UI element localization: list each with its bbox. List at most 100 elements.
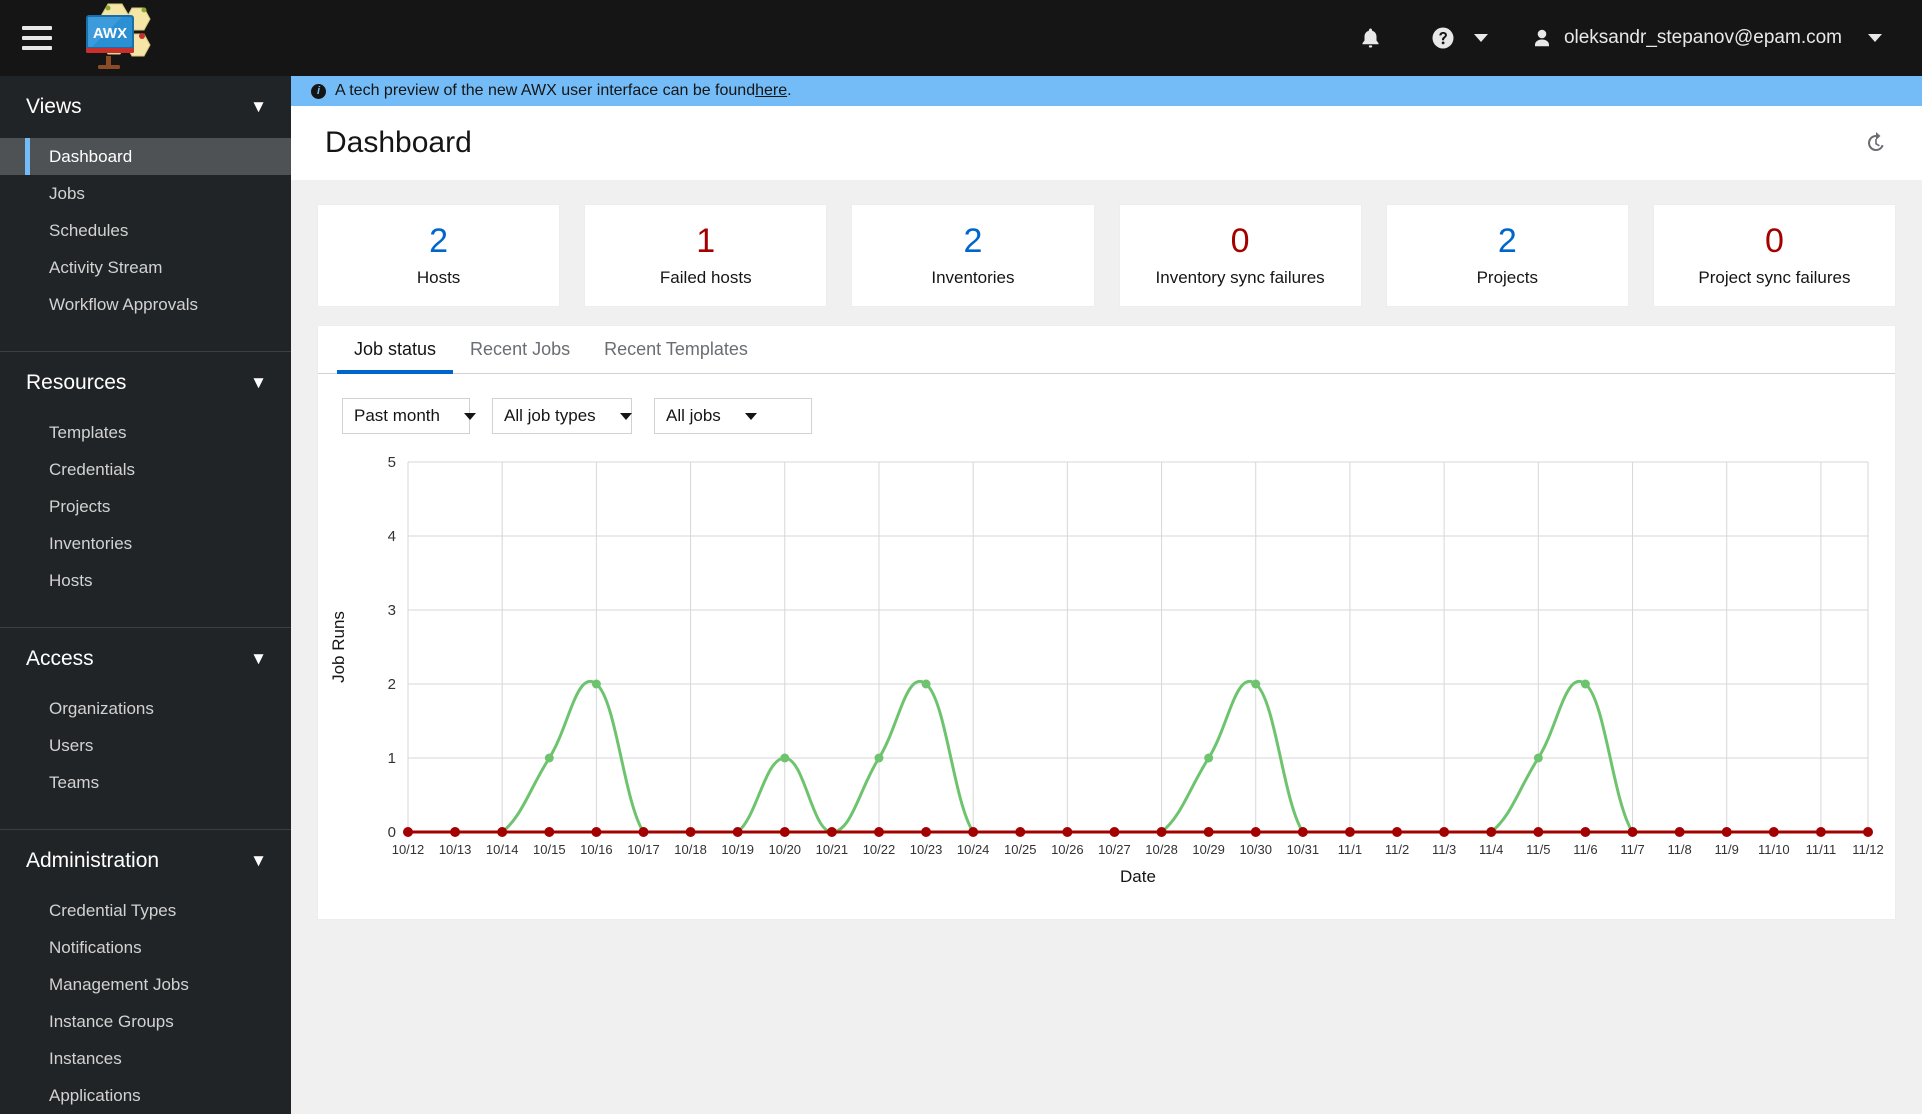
sidebar-item-teams[interactable]: Teams <box>0 764 291 801</box>
x-tick-label: 11/10 <box>1758 842 1790 857</box>
dashboard-content: 2 Hosts 1 Failed hosts 2 Inventories 0 Inventor… <box>291 180 1922 1114</box>
x-tick-label: 10/22 <box>863 842 896 857</box>
nav-section-resources[interactable]: Resources ▼ <box>0 352 291 414</box>
tech-preview-banner: i A tech preview of the new AWX user int… <box>291 76 1922 106</box>
user-chevron-down-icon[interactable] <box>1868 34 1882 42</box>
tab-recent-jobs[interactable]: Recent Jobs <box>453 326 587 373</box>
stat-card-label: Failed hosts <box>659 268 752 288</box>
sidebar-item-credentials[interactable]: Credentials <box>0 451 291 488</box>
banner-link[interactable]: here <box>755 82 787 100</box>
data-point-failed <box>1627 827 1638 837</box>
chevron-down-icon[interactable]: ▼ <box>250 97 267 117</box>
sidebar-item-workflow-approvals[interactable]: Workflow Approvals <box>0 286 291 323</box>
sidebar-item-instance-groups[interactable]: Instance Groups <box>0 1003 291 1040</box>
stat-card-project-sync-failures[interactable]: 0 Project sync failures <box>1652 204 1897 307</box>
tab-job-status[interactable]: Job status <box>337 326 454 374</box>
user-email: oleksandr_stepanov@epam.com <box>1563 27 1842 48</box>
y-axis-label: Job Runs <box>329 611 348 683</box>
x-tick-label: 10/30 <box>1239 842 1272 857</box>
x-tick-label: 10/26 <box>1051 842 1084 857</box>
bell-icon[interactable] <box>1350 17 1392 59</box>
data-point-failed <box>1392 827 1403 837</box>
x-tick-label: 10/16 <box>580 842 613 857</box>
stat-card-failed-hosts[interactable]: 1 Failed hosts <box>584 204 828 307</box>
user-icon <box>1532 28 1552 49</box>
data-point-failed <box>497 827 508 837</box>
help-chevron-down-icon[interactable] <box>1473 34 1488 42</box>
tab-recent-templates[interactable]: Recent Templates <box>587 326 765 373</box>
sidebar-item-management-jobs[interactable]: Management Jobs <box>0 966 291 1003</box>
sidebar-item-label: Organizations <box>49 698 154 718</box>
x-tick-label: 11/9 <box>1715 842 1739 857</box>
sidebar-item-projects[interactable]: Projects <box>0 488 291 525</box>
sidebar-item-hosts[interactable]: Hosts <box>0 562 291 599</box>
x-tick-label: 10/23 <box>910 842 943 857</box>
chevron-down-icon[interactable] <box>619 412 632 420</box>
user-menu[interactable]: oleksandr_stepanov@epam.com <box>1532 27 1842 49</box>
data-point-failed <box>1439 827 1450 837</box>
nav-section-views[interactable]: Views ▼ <box>0 76 291 138</box>
data-point-failed <box>1015 827 1026 837</box>
series-line-successful <box>406 680 1870 834</box>
history-icon[interactable] <box>1864 131 1888 155</box>
data-point-failed <box>1580 827 1591 837</box>
hamburger-icon[interactable] <box>22 26 52 50</box>
masthead-actions: oleksandr_stepanov@epam.com <box>1350 17 1922 59</box>
x-tick-label: 10/20 <box>769 842 802 857</box>
data-point-failed <box>1863 827 1873 837</box>
sidebar-item-inventories[interactable]: Inventories <box>0 525 291 562</box>
x-tick-label: 10/15 <box>533 842 566 857</box>
x-tick-label: 11/5 <box>1526 842 1550 857</box>
stat-card-projects[interactable]: 2 Projects <box>1385 204 1629 307</box>
data-point-failed <box>1768 827 1779 837</box>
job-runs-line-chart: 0 1 2 3 4 5 10/12 10/13 10/14 10/15 10/16 10/17 10/1… <box>329 454 1884 886</box>
sidebar-item-users[interactable]: Users <box>0 727 291 764</box>
stat-card-label: Inventories <box>931 268 1015 288</box>
stat-card-label: Projects <box>1476 268 1538 288</box>
data-point-failed <box>1486 827 1497 837</box>
data-point-failed <box>968 827 979 837</box>
filter-job-type-select[interactable]: All job types <box>492 398 632 434</box>
info-circle-icon: i <box>311 83 326 99</box>
sidebar-item-activity-stream[interactable]: Activity Stream <box>0 249 291 286</box>
question-circle-icon[interactable] <box>1422 17 1464 59</box>
data-point-failed <box>1109 827 1120 837</box>
chevron-down-icon[interactable]: ▼ <box>250 649 267 669</box>
chevron-down-icon[interactable] <box>744 412 757 420</box>
data-point-failed <box>732 827 743 837</box>
sidebar-item-schedules[interactable]: Schedules <box>0 212 291 249</box>
nav-section-label: Views <box>26 95 82 118</box>
awx-logo[interactable]: AWX <box>70 2 170 74</box>
stat-cards: 2 Hosts 1 Failed hosts 2 Inventories 0 Inventor… <box>317 204 1897 307</box>
sidebar-item-label: Teams <box>49 772 100 792</box>
sidebar-item-jobs[interactable]: Jobs <box>0 175 291 212</box>
filter-job-status-select[interactable]: All jobs <box>654 398 812 434</box>
sidebar-item-templates[interactable]: Templates <box>0 414 291 451</box>
sidebar-item-applications[interactable]: Applications <box>0 1077 291 1114</box>
chevron-down-icon[interactable]: ▼ <box>250 373 267 393</box>
sidebar-item-label: Credentials <box>49 459 135 479</box>
y-tick-label: 5 <box>388 454 396 471</box>
stat-card-inventories[interactable]: 2 Inventories <box>851 204 1095 307</box>
x-tick-label: 10/29 <box>1192 842 1225 857</box>
stat-card-inventory-sync-failures[interactable]: 0 Inventory sync failures <box>1118 204 1362 307</box>
job-status-chart: 0 1 2 3 4 5 10/12 10/13 10/14 10/15 10/16 10/17 10/1… <box>318 434 1895 909</box>
x-tick-label: 11/12 <box>1852 842 1884 857</box>
sidebar-item-dashboard[interactable]: Dashboard <box>0 138 291 175</box>
data-point-failed <box>591 827 602 837</box>
sidebar-item-notifications[interactable]: Notifications <box>0 929 291 966</box>
nav-section-administration[interactable]: Administration ▼ <box>0 830 291 892</box>
nav-section-label: Resources <box>26 371 127 394</box>
chevron-down-icon[interactable]: ▼ <box>250 851 267 871</box>
sidebar-item-credential-types[interactable]: Credential Types <box>0 892 291 929</box>
sidebar-item-organizations[interactable]: Organizations <box>0 690 291 727</box>
filter-period-select[interactable]: Past month <box>342 398 476 434</box>
nav-section-access[interactable]: Access ▼ <box>0 628 291 690</box>
stat-card-hosts[interactable]: 2 Hosts <box>317 204 561 307</box>
sidebar-item-instances[interactable]: Instances <box>0 1040 291 1077</box>
sidebar-item-label: Templates <box>49 422 127 442</box>
chevron-down-icon[interactable] <box>464 412 476 420</box>
data-point-failed <box>921 827 932 837</box>
data-point-failed <box>1156 827 1167 837</box>
sidebar-item-label: Dashboard <box>49 146 133 166</box>
